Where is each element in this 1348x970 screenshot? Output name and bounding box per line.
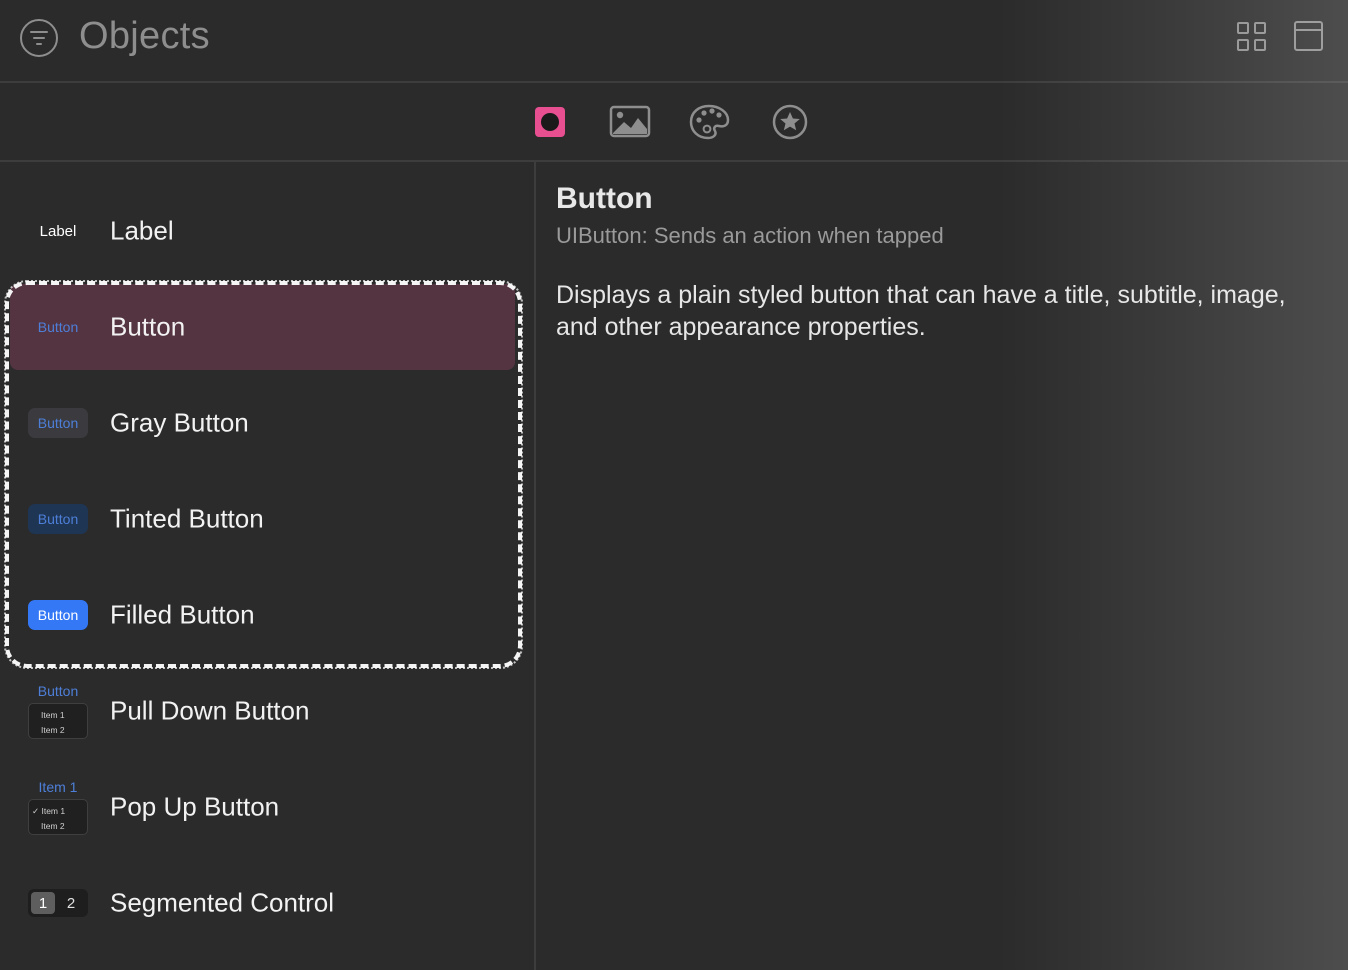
detail-subtitle: UIButton: Sends an action when tapped	[556, 223, 944, 248]
list-item[interactable]: Button Gray Button	[10, 380, 515, 466]
object-list: Label Label Button Button Button Gray Bu…	[0, 162, 534, 970]
list-item-label: Label	[110, 215, 174, 246]
filter-icon[interactable]	[20, 19, 58, 57]
segment-selected: 1	[31, 892, 55, 914]
list-item-label: Button	[110, 311, 186, 342]
label-thumbnail: Label	[39, 222, 77, 240]
detail-description: Displays a plain styled button that can …	[556, 281, 1286, 341]
filled-button-thumbnail: Button	[28, 600, 88, 630]
menu-item: Item 2	[41, 725, 65, 735]
list-item[interactable]: Button Button	[10, 284, 515, 370]
list-item[interactable]: Button Filled Button	[10, 572, 515, 658]
image-icon[interactable]	[609, 103, 651, 141]
detail-title: Button	[556, 182, 653, 215]
grid-view-icon[interactable]	[1237, 22, 1267, 52]
category-bar	[0, 83, 1348, 162]
pull-down-thumbnail-menu: Item 1 Item 2	[28, 703, 88, 739]
tinted-button-thumbnail: Button	[28, 504, 88, 534]
pop-up-thumbnail-title: Item 1	[38, 779, 78, 795]
menu-item: Item 2	[41, 821, 65, 831]
button-thumbnail: Button	[37, 319, 79, 335]
segment: 2	[66, 894, 76, 912]
record-icon[interactable]	[529, 103, 571, 141]
list-item-label: Tinted Button	[110, 503, 264, 534]
gray-button-thumbnail: Button	[28, 408, 88, 438]
list-item-label: Segmented Control	[110, 887, 335, 918]
list-item[interactable]: Button Tinted Button	[10, 476, 515, 562]
list-item-label: Pull Down Button	[110, 695, 310, 726]
pane-divider	[534, 162, 536, 970]
detail-pane: Button UIButton: Sends an action when ta…	[556, 182, 1326, 343]
header-bar: Objects	[0, 0, 1348, 83]
list-item[interactable]: Item 1 ✓ Item 1 Item 2 Pop Up Button	[10, 764, 515, 850]
palette-icon[interactable]	[689, 103, 731, 141]
list-item[interactable]: Button Item 1 Item 2 Pull Down Button	[10, 668, 515, 754]
menu-item-checked: ✓ Item 1	[32, 806, 66, 816]
star-circle-icon[interactable]	[769, 103, 811, 141]
objects-library-window: Objects Label Label Button Button Button…	[0, 0, 1348, 970]
list-item-label: Filled Button	[110, 599, 255, 630]
list-item-label: Gray Button	[110, 407, 249, 438]
page-title: Objects	[79, 15, 210, 57]
pull-down-thumbnail-title: Button	[37, 683, 79, 699]
list-item-label: Pop Up Button	[110, 791, 280, 822]
list-item[interactable]: 1 2 Segmented Control	[10, 860, 515, 946]
list-item[interactable]: Label Label	[10, 188, 515, 274]
window-icon[interactable]	[1294, 21, 1323, 51]
menu-item: Item 1	[41, 710, 65, 720]
segmented-control-thumbnail: 1 2	[28, 889, 88, 917]
pop-up-thumbnail-menu: ✓ Item 1 Item 2	[28, 799, 88, 835]
